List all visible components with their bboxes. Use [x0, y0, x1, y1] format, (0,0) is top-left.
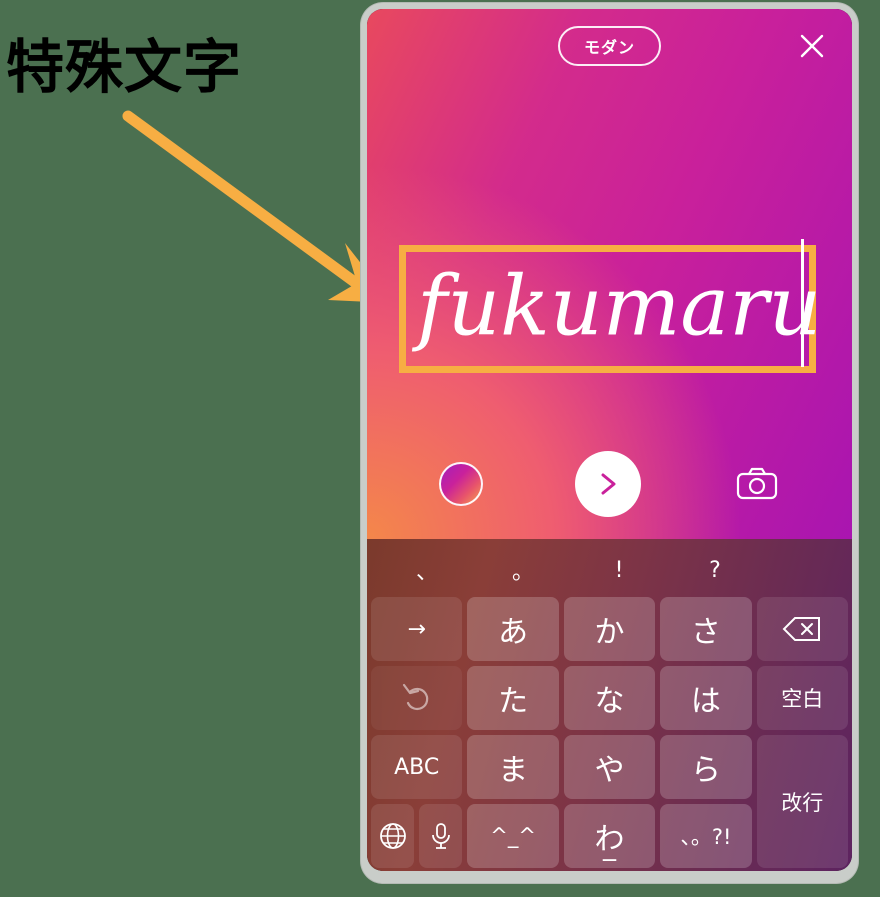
phone-frame: モダン fukumaru 、 。 ! ? → あ か さ た な は 空白 AB…: [361, 3, 858, 883]
key-arrow-right[interactable]: →: [371, 597, 463, 661]
text-cursor: [801, 239, 804, 367]
key-undo[interactable]: [371, 666, 463, 730]
camera-icon: [736, 467, 777, 500]
story-text-value: fukumaru: [417, 259, 822, 355]
close-icon: [800, 34, 824, 58]
next-button[interactable]: [575, 451, 642, 517]
key-punctuation[interactable]: 、。?!: [660, 804, 752, 868]
key-emoticon[interactable]: ^_^: [467, 804, 559, 868]
suggestion-item[interactable]: 。: [475, 554, 571, 586]
key-ma[interactable]: ま: [467, 735, 559, 799]
suggestion-item[interactable]: ?: [667, 558, 763, 583]
key-na[interactable]: な: [563, 666, 656, 730]
close-button[interactable]: [794, 28, 830, 64]
key-space[interactable]: 空白: [756, 666, 848, 730]
story-top-bar: モダン: [367, 9, 852, 83]
undo-icon: [402, 683, 428, 711]
backspace-icon: [782, 617, 821, 641]
key-globe[interactable]: [371, 804, 415, 868]
keyboard: 、 。 ! ? → あ か さ た な は 空白 ABC ま や ら 改行 ^_…: [367, 539, 852, 871]
text-style-button[interactable]: モダン: [557, 26, 661, 66]
suggestion-item[interactable]: 、: [379, 554, 475, 586]
story-text-entry[interactable]: fukumaru: [399, 239, 832, 373]
key-return[interactable]: 改行: [756, 735, 848, 868]
key-ya[interactable]: や: [563, 735, 656, 799]
globe-icon: [379, 823, 406, 849]
suggestion-item[interactable]: !: [571, 558, 667, 583]
story-controls-bar: [367, 439, 852, 529]
story-canvas[interactable]: モダン fukumaru: [367, 9, 852, 539]
key-mic[interactable]: [419, 804, 463, 868]
key-grid: → あ か さ た な は 空白 ABC ま や ら 改行 ^_^ わ _ 、。…: [371, 597, 848, 868]
key-ta[interactable]: た: [467, 666, 559, 730]
key-sa[interactable]: さ: [660, 597, 752, 661]
key-ha[interactable]: は: [660, 666, 752, 730]
key-wa[interactable]: わ _: [563, 804, 656, 868]
phone-screen: モダン fukumaru 、 。 ! ? → あ か さ た な は 空白 AB…: [367, 9, 852, 871]
keyboard-bottom-left-group: [371, 804, 463, 868]
microphone-icon: [431, 823, 450, 849]
key-abc[interactable]: ABC: [371, 735, 463, 799]
key-a[interactable]: あ: [467, 597, 559, 661]
chevron-right-icon: [601, 473, 616, 495]
camera-button[interactable]: [734, 464, 780, 504]
color-picker-button[interactable]: [439, 462, 484, 506]
suggestion-row: 、 。 ! ?: [371, 543, 848, 597]
key-backspace[interactable]: [756, 597, 848, 661]
annotation-label: 特殊文字: [6, 33, 243, 101]
key-ra[interactable]: ら: [660, 735, 752, 799]
key-wa-sublabel: _: [602, 832, 616, 862]
key-ka[interactable]: か: [563, 597, 656, 661]
